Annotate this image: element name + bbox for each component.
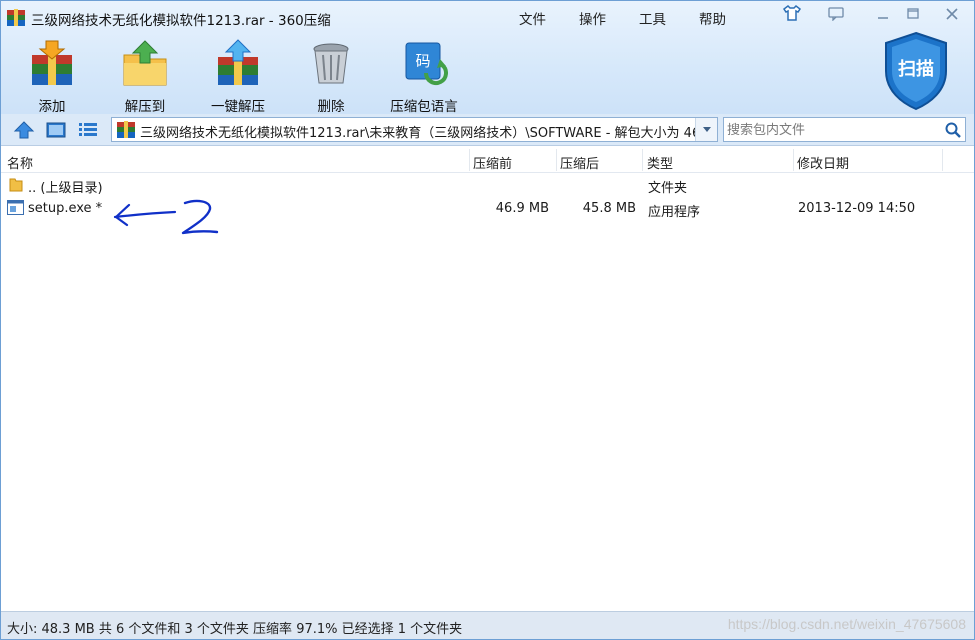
one-click-extract-label: 一键解压 [211,99,265,115]
column-header: 名称 压缩前 压缩后 类型 修改日期 [1,147,974,173]
column-divider[interactable] [793,149,794,171]
col-name[interactable]: 名称 [7,153,33,172]
maximize-icon[interactable] [903,5,923,23]
status-text: 大小: 48.3 MB 共 6 个文件和 3 个文件夹 压缩率 97.1% 已经… [7,622,463,637]
file-size-after: 45.8 MB [582,201,636,216]
column-divider[interactable] [556,149,557,171]
extract-to-label: 解压到 [124,99,166,115]
archive-language-label: 压缩包语言 [390,99,458,115]
scan-label: 扫描 [898,58,934,80]
extract-folder-icon [123,40,167,86]
skin-shirt-icon[interactable] [782,4,802,22]
col-packed[interactable]: 压缩前 [473,153,512,172]
add-label: 添加 [38,99,66,115]
file-name: .. (上级目录) [28,181,103,196]
file-size-before: 46.9 MB [495,201,549,216]
scan-shield-icon: 扫描 [885,31,947,111]
minimize-icon[interactable] [873,5,893,23]
search-icon[interactable] [944,121,962,139]
search-box [723,117,966,142]
add-button[interactable]: 添加 [12,39,92,115]
up-arrow-icon[interactable] [13,120,35,140]
scan-button[interactable]: 扫描 [882,31,950,111]
file-name: setup.exe * [28,201,103,216]
feedback-icon[interactable] [826,5,846,23]
file-modified: 2013-12-09 14:50 [798,201,916,216]
rar-archive-icon [117,121,135,138]
path-field[interactable]: 三级网络技术无纸化模拟软件1213.rar\未来教育（三级网络技术）\SOFTW… [111,117,718,142]
folder-icon [9,178,23,192]
navigation-bar: 三级网络技术无纸化模拟软件1213.rar\未来教育（三级网络技术）\SOFTW… [1,114,974,146]
window-chrome: 三级网络技术无纸化模拟软件1213.rar - 360压缩 文件 操作 工具 帮… [1,1,974,115]
column-divider[interactable] [469,149,470,171]
exe-file-icon [7,200,24,215]
app-window: 三级网络技术无纸化模拟软件1213.rar - 360压缩 文件 操作 工具 帮… [0,0,975,640]
column-divider[interactable] [942,149,943,171]
add-archive-icon [32,40,72,85]
table-row-parent-dir[interactable]: .. (上级目录) 文件夹 [1,173,974,197]
menu-help[interactable]: 帮助 [699,8,726,28]
list-view-icon[interactable] [77,120,99,140]
rar-archive-icon [7,9,25,26]
handwritten-arrow-annotation [113,199,219,235]
extract-to-button[interactable]: 解压到 [105,39,185,115]
trash-icon [313,43,349,84]
single-view-icon[interactable] [45,120,67,140]
file-list: 名称 压缩前 压缩后 类型 修改日期 .. (上级目录) 文件夹 setup.e… [1,147,974,611]
lang-glyph: 码 [415,52,430,70]
menu-file[interactable]: 文件 [519,8,546,28]
archive-language-icon: 码 [405,42,448,85]
menu-tools[interactable]: 工具 [639,8,666,28]
window-title: 三级网络技术无纸化模拟软件1213.rar - 360压缩 [31,13,331,29]
title-bar: 三级网络技术无纸化模拟软件1213.rar - 360压缩 文件 操作 工具 帮… [1,1,974,33]
watermark: https://blog.csdn.net/weixin_47675608 [727,616,966,632]
menu-operate[interactable]: 操作 [579,8,606,28]
one-click-extract-button[interactable]: 一键解压 [198,39,278,115]
column-divider[interactable] [642,149,643,171]
archive-language-button[interactable]: 码 压缩包语言 [384,39,464,115]
col-type[interactable]: 类型 [647,153,673,172]
one-click-extract-icon [218,39,258,85]
col-modified[interactable]: 修改日期 [797,153,849,172]
status-bar: 大小: 48.3 MB 共 6 个文件和 3 个文件夹 压缩率 97.1% 已经… [1,611,974,639]
delete-button[interactable]: 删除 [291,39,371,115]
search-input[interactable] [727,121,937,139]
toolbar: 添加 解压到 一键解压 删除 码 压缩包语言 [1,33,974,115]
file-type: 应用程序 [648,205,701,220]
delete-label: 删除 [317,99,345,115]
close-icon[interactable] [942,5,962,23]
chevron-down-icon[interactable] [695,118,717,141]
file-type: 文件夹 [648,181,688,196]
path-text: 三级网络技术无纸化模拟软件1213.rar\未来教育（三级网络技术）\SOFTW… [140,126,695,141]
col-unpacked[interactable]: 压缩后 [560,153,599,172]
